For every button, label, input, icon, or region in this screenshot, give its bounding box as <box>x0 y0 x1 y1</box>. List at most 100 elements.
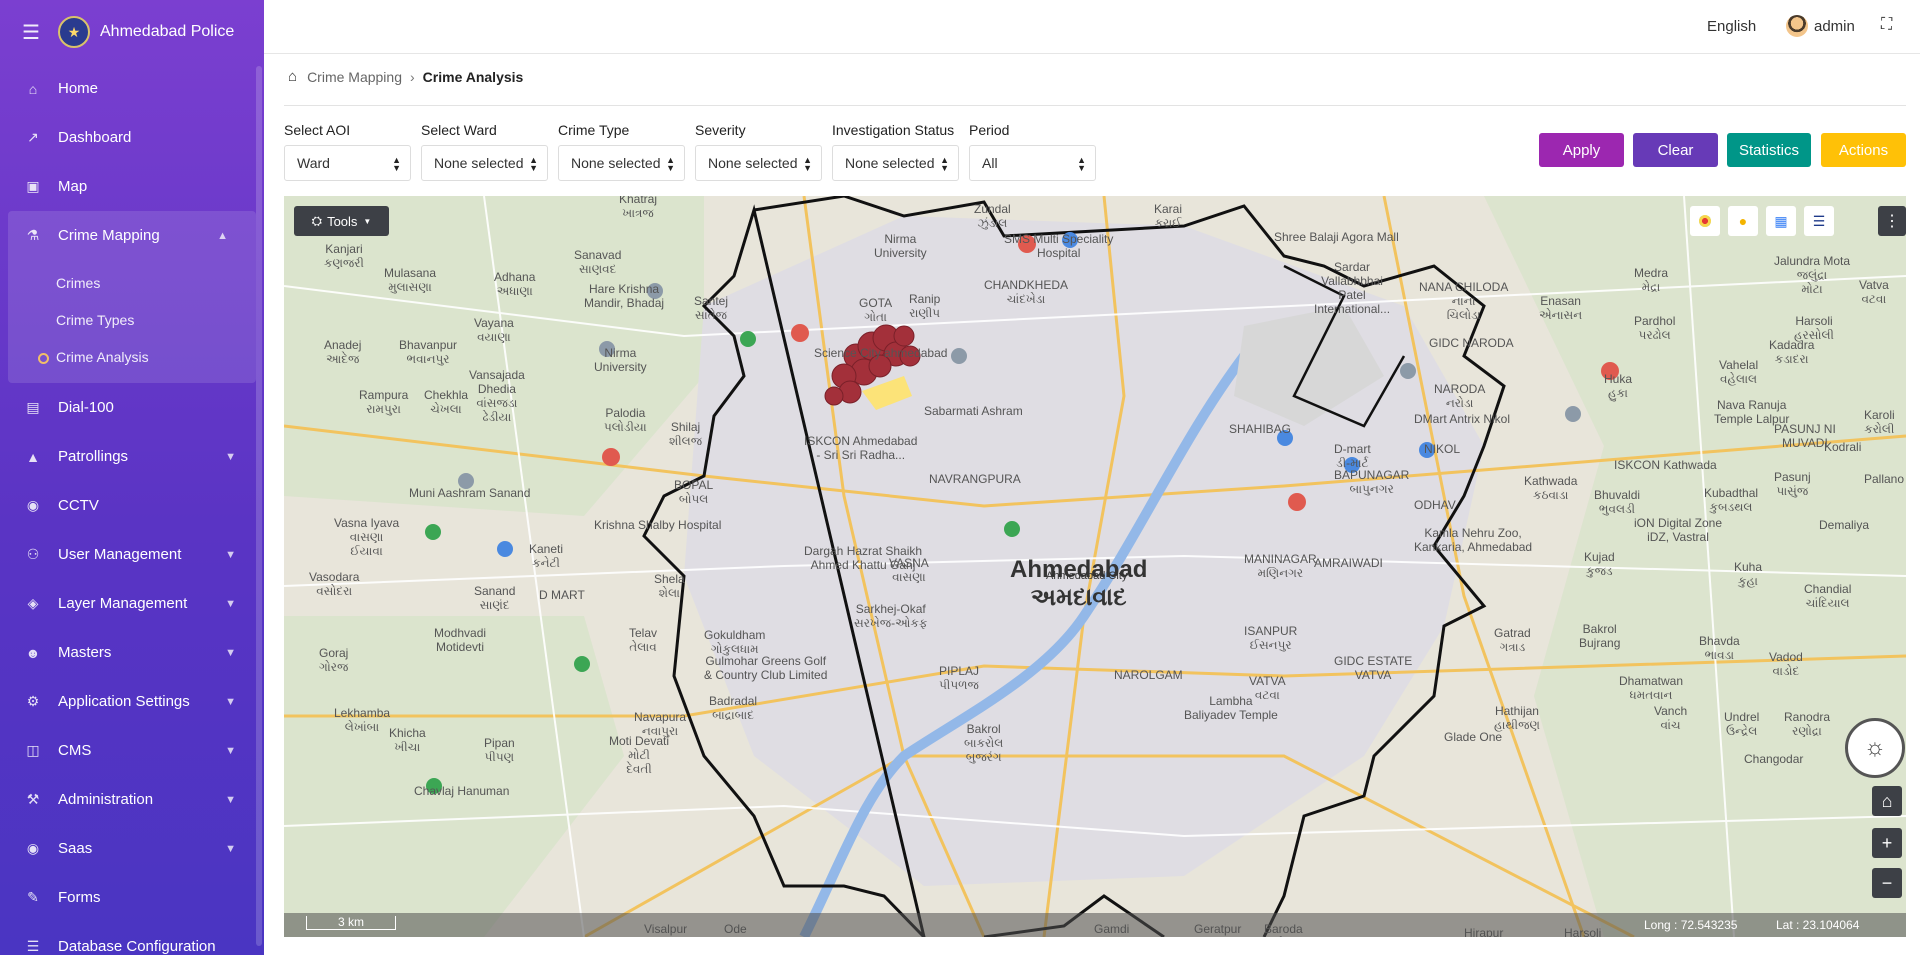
home-icon[interactable]: ⌂ <box>288 68 297 85</box>
more-options-icon[interactable]: ⋮ <box>1878 206 1906 236</box>
sidebar-item-user-management[interactable]: ⚇ User Management ▼ <box>0 530 264 579</box>
hamburger-menu-icon[interactable]: ☰ <box>22 20 46 45</box>
home-extent-icon[interactable]: ⌂ <box>1872 786 1902 816</box>
filter-ward: Select Ward None selected ▲ ▼ <box>421 122 548 181</box>
map-place-label: Huka હુકા <box>1604 372 1633 400</box>
sidebar-item-cctv[interactable]: ◉ CCTV <box>0 481 264 530</box>
aoi-select[interactable]: Ward ▲ ▼ <box>284 145 411 181</box>
severity-select[interactable]: None selected ▲ ▼ <box>695 145 822 181</box>
map-place-label: Kadadra કડાદરા <box>1769 338 1815 366</box>
chevron-down-icon: ▼ <box>225 548 236 561</box>
chevron-down-icon: ▼ <box>225 842 236 855</box>
map-place-label: Nirma University <box>594 346 647 374</box>
home-icon: ⌂ <box>28 80 38 97</box>
map-place-label: GIDC ESTATE VATVA <box>1334 654 1413 682</box>
crime-type-select[interactable]: None selected ▲ ▼ <box>558 145 685 181</box>
sidebar-item-map[interactable]: ▣ Map <box>0 162 264 211</box>
sidebar-item-masters[interactable]: ☻ Masters ▼ <box>0 628 264 677</box>
sidebar-item-saas[interactable]: ◉ Saas ▼ <box>0 824 264 873</box>
map-place-label: Glade One <box>1444 730 1503 744</box>
map-place-label: Ranodra રણોદ્રા <box>1784 710 1831 738</box>
map-place-label: NARODA નરોડા <box>1434 382 1486 410</box>
map-place-label: Krishna Shalby Hospital <box>594 518 722 532</box>
sidebar-item-application-settings[interactable]: ⚙ Application Settings ▼ <box>0 677 264 726</box>
map-place-label: GIDC NARODA <box>1429 336 1514 350</box>
map-place-label: Bakrol બાકરોલ બુજરંગ <box>964 722 1004 764</box>
cluster-icon[interactable]: ● <box>1728 206 1758 236</box>
apply-button[interactable]: Apply <box>1539 133 1624 167</box>
map-place-label: ODHAV <box>1414 498 1456 512</box>
map-place-label: Gokuldham ગોકુલધામ <box>704 628 766 656</box>
select-value: None selected <box>434 155 524 171</box>
sidebar-item-home[interactable]: ⌂ Home <box>0 64 264 113</box>
people-icon: ☻ <box>25 644 41 661</box>
language-selector[interactable]: English <box>1707 18 1756 35</box>
sidebar-item-label: CMS <box>58 742 92 759</box>
heatmap-icon[interactable] <box>1690 206 1720 236</box>
zoom-out-icon[interactable]: − <box>1872 868 1902 898</box>
map-place-label: Goraj ગોરજ <box>319 646 349 674</box>
ward-select[interactable]: None selected ▲ ▼ <box>421 145 548 181</box>
breadcrumb: ⌂ Crime Mapping › Crime Analysis <box>288 68 523 85</box>
map-place-label: Sabarmati Ashram <box>924 404 1023 418</box>
map-place-label: Jalundra Mota જલુંદ્રા મોટા <box>1774 254 1851 296</box>
legend-list-icon[interactable]: ☰ <box>1804 206 1834 236</box>
map-place-label: Vasodara વસોદરા <box>309 570 360 598</box>
select-value: None selected <box>571 155 661 171</box>
map-place-label: Gatrad ગત્રાડ <box>1494 626 1531 654</box>
sidebar-item-label: Forms <box>58 889 101 906</box>
tools-label: Tools <box>327 213 358 229</box>
sidebar-item-label: User Management <box>58 546 182 563</box>
statistics-button[interactable]: Statistics <box>1727 133 1811 167</box>
breadcrumb-parent[interactable]: Crime Mapping <box>307 69 402 85</box>
compass-icon[interactable]: ☼ <box>1845 718 1905 778</box>
sidebar-item-cms[interactable]: ◫ CMS ▼ <box>0 726 264 775</box>
map-place-label: Chekhla ચેખલા <box>424 388 469 416</box>
sidebar-subitem-crimes[interactable]: Crimes <box>8 264 256 301</box>
map-place-label: Vanch વાંચ <box>1654 704 1688 732</box>
sidebar-subitem-crime-types[interactable]: Crime Types <box>8 301 256 338</box>
cms-icon: ◫ <box>26 742 40 758</box>
actions-button[interactable]: Actions <box>1821 133 1906 167</box>
map-place-label: MANINAGAR મણિનગર <box>1244 552 1317 580</box>
map-place-label: Bhavda ભાવડા <box>1699 634 1740 662</box>
sidebar-item-forms[interactable]: ✎ Forms <box>0 873 264 922</box>
fullscreen-icon[interactable]: ⛶ <box>1881 16 1892 34</box>
grid-layers-icon[interactable]: ▦ <box>1766 206 1796 236</box>
investigation-status-select[interactable]: None selected ▲ ▼ <box>832 145 959 181</box>
map-place-label: Rampura રામપુરા <box>359 388 409 416</box>
city-name-gujarati: અમદાવાદ <box>1030 584 1127 611</box>
map-canvas[interactable]: Ahmedabad અમદાવાદ Ahmedabad City Khatraj… <box>284 196 1906 937</box>
chevron-down-icon: ▼ <box>225 793 236 806</box>
sidebar-item-label: Saas <box>58 840 93 857</box>
map-place-label: Undrel ઉન્દ્રેલ <box>1724 710 1760 738</box>
database-icon: ☰ <box>26 938 40 954</box>
sidebar-item-patrollings[interactable]: ▲ Patrollings ▼ <box>0 432 264 481</box>
map-tools-dropdown[interactable]: ⛭ Tools ▼ <box>294 206 389 236</box>
zoom-in-icon[interactable]: + <box>1872 828 1902 858</box>
map-place-label: Nirma University <box>874 232 927 260</box>
sidebar-item-layer-management[interactable]: ◈ Layer Management ▼ <box>0 579 264 628</box>
filter-label: Crime Type <box>558 122 630 138</box>
map-place-label: Modhvadi Motidevti <box>434 626 487 654</box>
clear-button[interactable]: Clear <box>1633 133 1718 167</box>
map-place-label: Vahelal વહેલાલ <box>1719 358 1759 386</box>
sidebar-item-administration[interactable]: ⚒ Administration ▼ <box>0 775 264 824</box>
sidebar-item-dashboard[interactable]: ↗ Dashboard <box>0 113 264 162</box>
sidebar-item-label: Layer Management <box>58 595 188 612</box>
sidebar-item-crime-mapping[interactable]: ⚗ Crime Mapping ▲ <box>8 211 256 260</box>
chevron-down-icon: ▼ <box>225 646 236 659</box>
sidebar-item-database-configuration[interactable]: ☰ Database Configuration <box>0 922 264 955</box>
map-place-label: BOPAL બોપલ <box>674 478 714 506</box>
breadcrumb-current: Crime Analysis <box>422 68 524 85</box>
map-place-label: Demaliya <box>1819 518 1870 532</box>
sidebar-item-dial-100[interactable]: ▤ Dial-100 <box>0 383 264 432</box>
user-menu[interactable]: admin <box>1786 15 1855 37</box>
chevron-down-icon: ▼ <box>225 597 236 610</box>
sidebar-subitem-crime-analysis[interactable]: Crime Analysis <box>8 338 256 375</box>
period-select[interactable]: All ▲ ▼ <box>969 145 1096 181</box>
map-place-label: ISKCON Kathwada <box>1614 458 1717 472</box>
map-place-label: Gulmohar Greens Golf & Country Club Limi… <box>704 654 828 682</box>
map-place-label: Kanjari કણજરી <box>324 242 364 270</box>
sort-arrows-icon: ▲ ▼ <box>392 155 401 173</box>
